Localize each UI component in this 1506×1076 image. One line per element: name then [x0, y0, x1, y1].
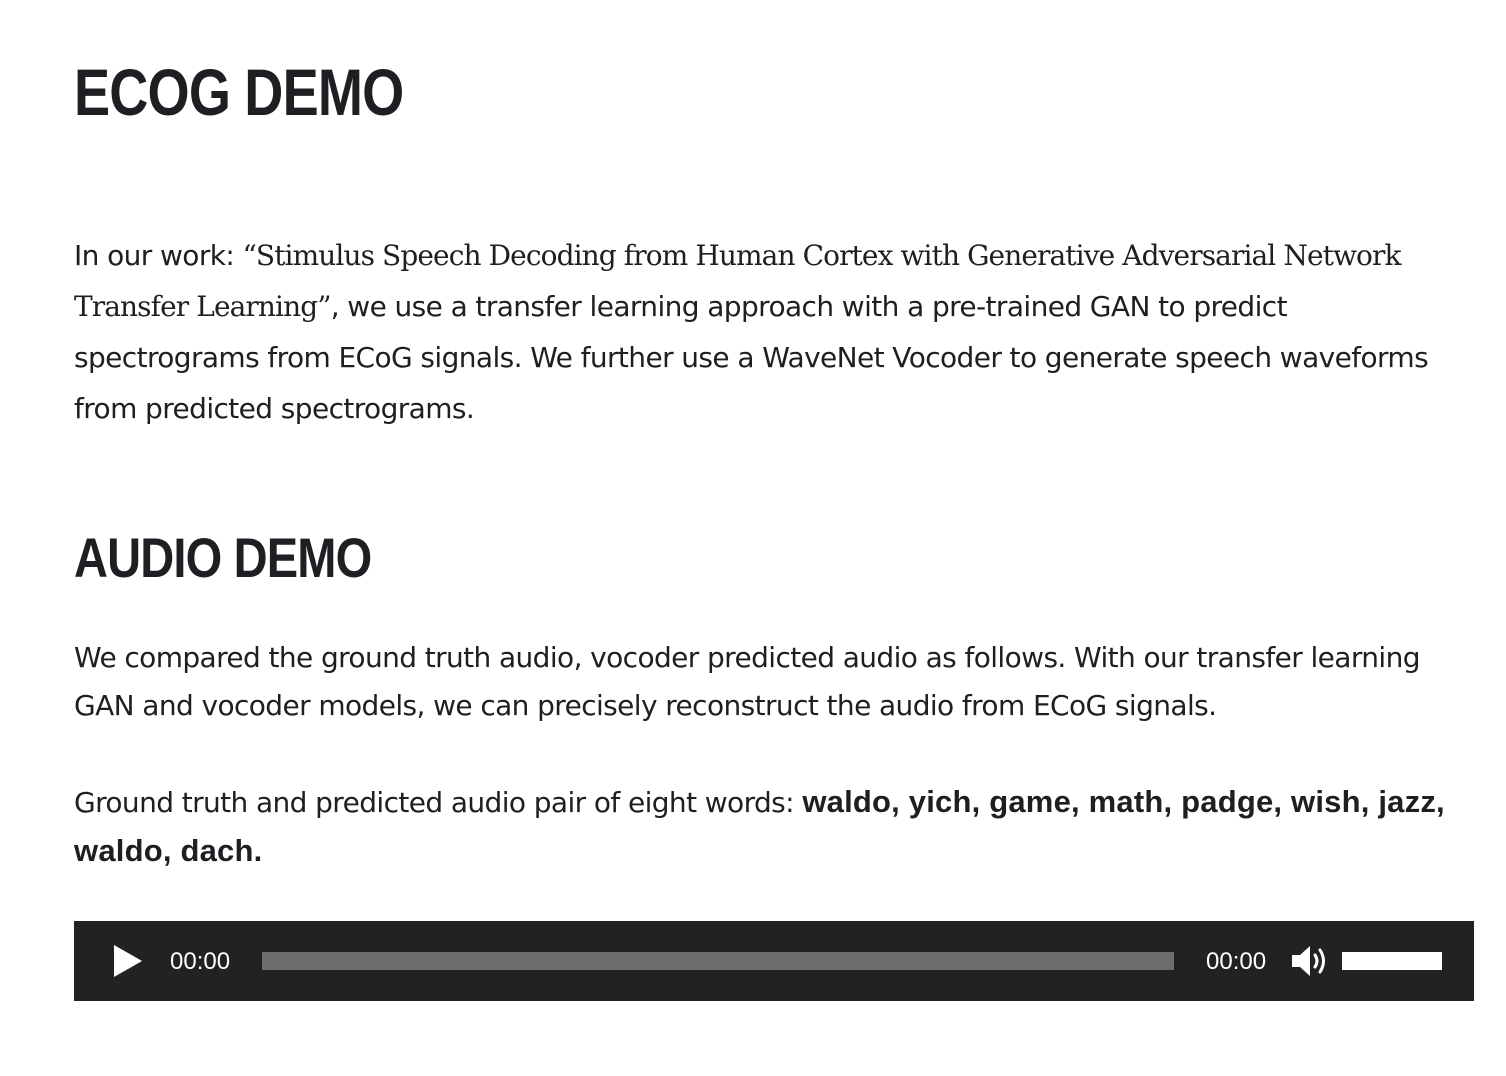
page-title: ECOG DEMO [74, 55, 404, 129]
comparison-paragraph: We compared the ground truth audio, voco… [74, 641, 1421, 722]
pairs-prefix: Ground truth and predicted audio pair of… [74, 786, 803, 819]
duration-time: 00:00 [1206, 948, 1267, 975]
volume-slider[interactable] [1342, 952, 1442, 970]
pairs-paragraph: Ground truth and predicted audio pair of… [74, 778, 1474, 876]
audio-player: 00:00 00:00 [74, 921, 1474, 1001]
current-time: 00:00 [170, 948, 231, 975]
mute-button[interactable] [1292, 943, 1330, 979]
volume-slider-fill [1342, 952, 1442, 970]
seek-bar[interactable] [262, 952, 1174, 970]
play-button[interactable] [114, 945, 142, 977]
intro-prefix: In our work: [74, 239, 243, 272]
intro-paragraph: In our work: “Stimulus Speech Decoding f… [74, 230, 1474, 434]
play-icon [114, 945, 142, 977]
speaker-icon [1292, 946, 1325, 976]
section-title-audio-demo: AUDIO DEMO [74, 526, 372, 589]
